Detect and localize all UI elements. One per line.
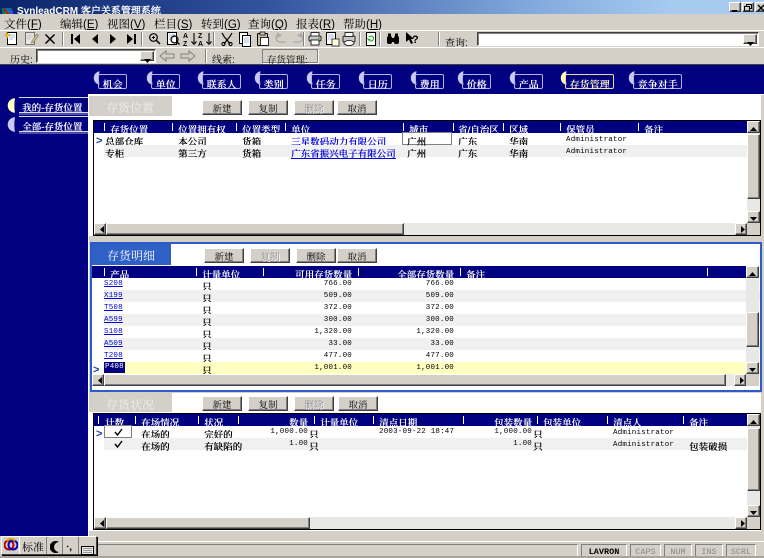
svg-text:A: A [183, 33, 188, 40]
svg-text:Z: Z [198, 33, 203, 40]
svg-text:?: ? [412, 34, 419, 46]
